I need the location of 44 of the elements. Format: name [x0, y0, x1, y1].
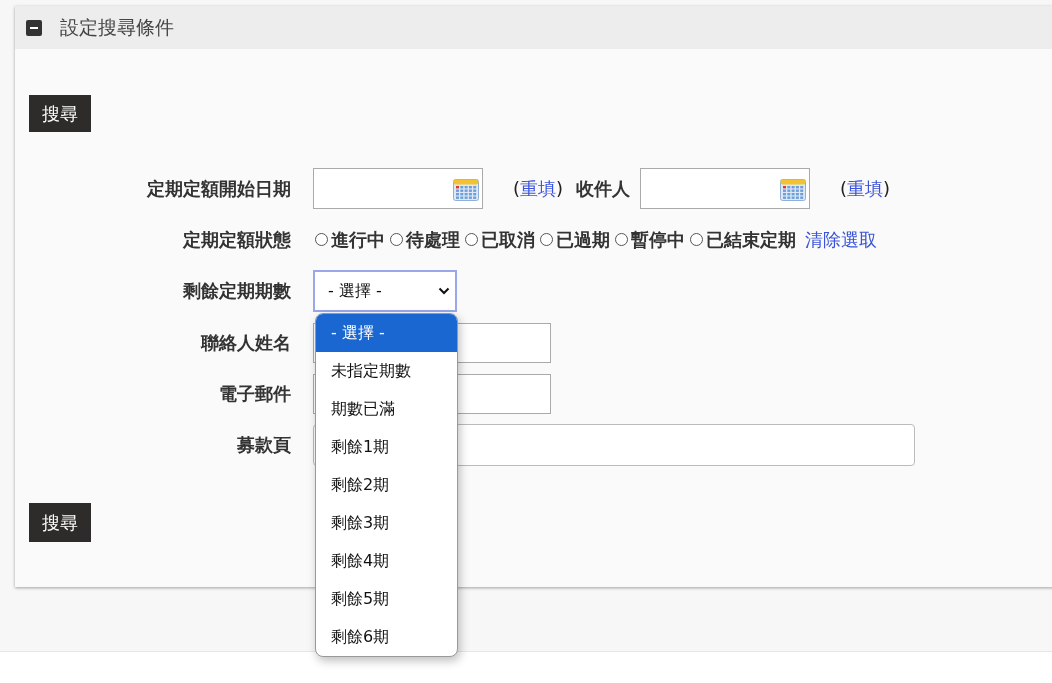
- calendar-icon: [780, 176, 807, 201]
- dropdown-option[interactable]: - 選擇 -: [316, 314, 457, 352]
- caret-icon: [438, 287, 450, 295]
- radio-button[interactable]: [390, 233, 403, 246]
- field-label: 電子郵件: [218, 381, 291, 406]
- dropdown-option[interactable]: 剩餘2期: [316, 466, 457, 504]
- field-label: 聯絡人姓名: [199, 330, 291, 355]
- collapse-button[interactable]: [26, 19, 42, 36]
- radio-label[interactable]: 暫停中: [631, 227, 685, 252]
- calendar-icon: [453, 176, 479, 201]
- date-field[interactable]: [640, 168, 811, 209]
- radio-button[interactable]: [315, 233, 328, 246]
- dropdown-option[interactable]: 剩餘4期: [316, 542, 457, 580]
- field-label: 定期定額開始日期: [146, 176, 291, 201]
- minus-icon: [26, 19, 42, 36]
- field-label: 剩餘定期期數: [182, 279, 291, 303]
- radio-label[interactable]: 已結束定期: [706, 227, 796, 252]
- field-label: 收件人: [576, 176, 631, 201]
- reset-link[interactable]: 重填: [847, 177, 884, 199]
- radio-button[interactable]: [615, 233, 628, 246]
- dropdown-option[interactable]: 未指定期數: [316, 352, 457, 390]
- reset-link[interactable]: 重填: [520, 177, 557, 199]
- radio-label[interactable]: 已取消: [481, 227, 535, 252]
- radio-label[interactable]: 已過期: [556, 227, 610, 252]
- radio-button[interactable]: [690, 233, 703, 246]
- reset-label: (重填): [840, 176, 891, 201]
- select-dropdown[interactable]: - 選擇 -: [313, 270, 457, 312]
- clear-selection-link[interactable]: 清除選取: [805, 227, 877, 252]
- search-button[interactable]: 搜尋: [29, 95, 91, 132]
- radio-button[interactable]: [465, 233, 478, 246]
- dropdown-option[interactable]: 剩餘1期: [316, 428, 457, 466]
- dropdown-option[interactable]: 期數已滿: [316, 390, 457, 428]
- reset-label: (重填): [513, 176, 564, 201]
- dropdown-option[interactable]: 剩餘5期: [316, 580, 457, 618]
- dropdown-option[interactable]: 剩餘3期: [316, 504, 457, 542]
- dropdown-option[interactable]: 剩餘6期: [316, 618, 457, 656]
- search-button[interactable]: 搜尋: [29, 503, 91, 542]
- radio-button[interactable]: [540, 233, 553, 246]
- radio-label[interactable]: 進行中: [331, 227, 385, 252]
- date-field[interactable]: [313, 168, 483, 209]
- field-label: 定期定額狀態: [182, 227, 291, 252]
- radio-label[interactable]: 待處理: [406, 227, 460, 252]
- field-label: 募款頁: [236, 433, 291, 457]
- panel-title: 設定搜尋條件: [60, 14, 174, 40]
